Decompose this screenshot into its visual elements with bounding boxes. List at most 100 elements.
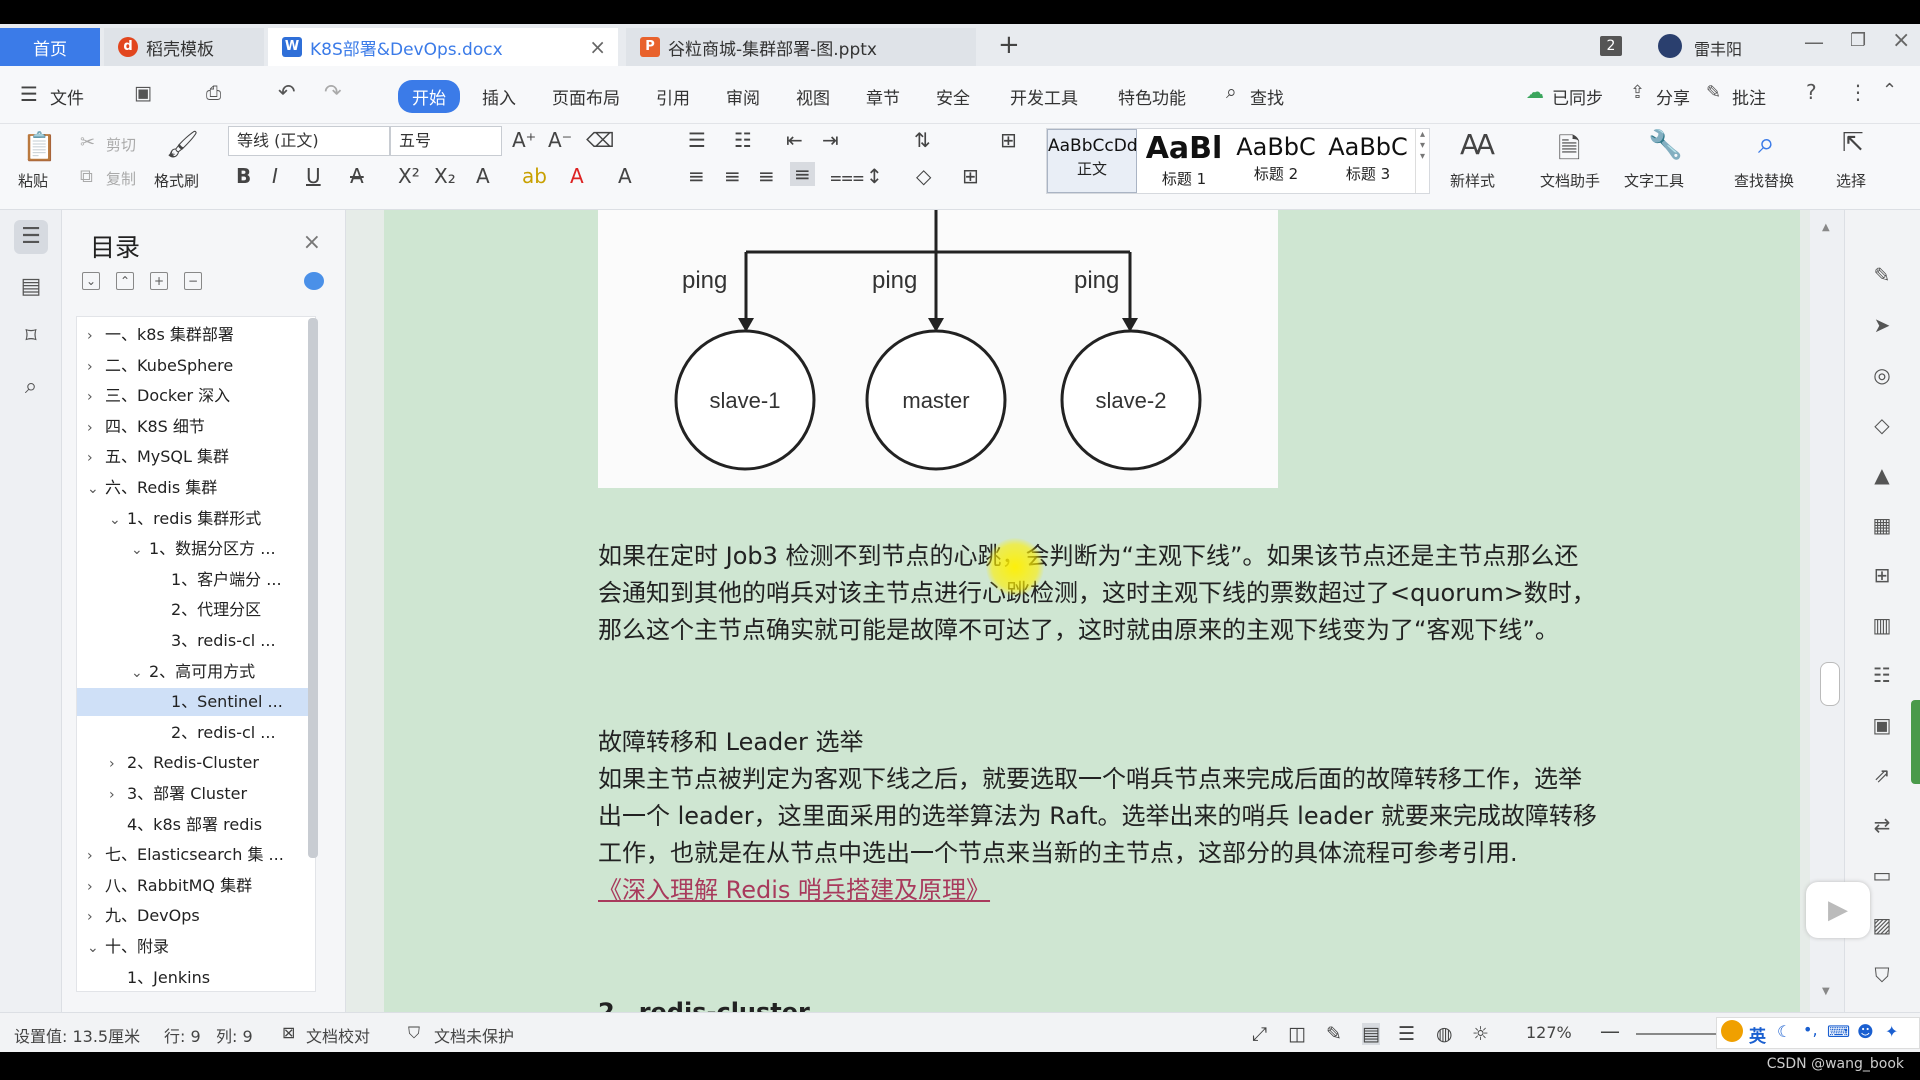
menu-file[interactable]: 文件	[50, 84, 84, 109]
tab-home[interactable]: 首页	[0, 28, 100, 66]
menu-find[interactable]: 查找	[1250, 84, 1284, 109]
toc-item[interactable]: › 七、Elasticsearch 集 ...	[77, 841, 315, 869]
scroll-up-icon[interactable]: ▲	[1822, 222, 1830, 233]
find-replace-button[interactable]: 查找替换	[1734, 170, 1794, 191]
font-name-select[interactable]: 等线 (正文)	[228, 126, 390, 156]
toc-item[interactable]: › 3、部署 Cluster	[77, 780, 315, 808]
toc-item[interactable]: › 八、RabbitMQ 集群	[77, 872, 315, 900]
toc-item[interactable]: › 九、DevOps	[77, 902, 315, 930]
new-style-button[interactable]: 新样式	[1450, 170, 1495, 191]
doc-assistant-icon[interactable]: 🗎	[1558, 128, 1581, 176]
expand-level-icon[interactable]: ⌄	[82, 272, 100, 290]
menu-references[interactable]: 引用	[656, 84, 690, 109]
save-icon[interactable]: ▣	[134, 82, 152, 104]
format-painter-icon[interactable]: 🖌	[166, 130, 199, 160]
chevron-right-icon[interactable]: ›	[87, 414, 105, 441]
page-panel-icon[interactable]: ▤	[14, 270, 48, 304]
toc-item[interactable]: ⌄ 六、Redis 集群	[77, 474, 315, 502]
collapse-all-icon[interactable]: −	[184, 272, 202, 290]
align-right-icon[interactable]: ≡	[758, 164, 775, 188]
toc-panel-icon[interactable]: ☰	[14, 220, 48, 254]
chevron-right-icon[interactable]: ›	[87, 444, 105, 471]
menu-review[interactable]: 审阅	[726, 84, 760, 109]
toc-item[interactable]: › 2、Redis-Cluster	[77, 749, 315, 777]
toc-item[interactable]: › 四、K8S 细节	[77, 413, 315, 441]
table-border-icon[interactable]: ⊞	[962, 164, 979, 188]
minimize-icon[interactable]: —	[1804, 30, 1824, 54]
chevron-down-icon[interactable]: ⌄	[131, 659, 149, 686]
grow-font-icon[interactable]: A⁺	[512, 128, 536, 152]
find-replace-icon[interactable]: ⌕	[1758, 126, 1775, 161]
avatar[interactable]	[1658, 34, 1682, 58]
font-size-select[interactable]: 五号	[390, 126, 502, 156]
ime-toolbar[interactable]: 英 ☾ •, ⌨ ☻ ✦	[1716, 1017, 1920, 1049]
undo-icon[interactable]: ↶	[278, 80, 296, 104]
more-icon[interactable]: ⋮	[1848, 80, 1868, 104]
style-icon[interactable]: ▲	[1867, 460, 1897, 490]
toc-item[interactable]: › 三、Docker 深入	[77, 382, 315, 410]
archive-icon[interactable]: ▭	[1867, 860, 1897, 890]
new-style-icon[interactable]: Ꜳ	[1460, 128, 1495, 161]
strikethrough-icon[interactable]: A	[350, 164, 364, 188]
char-shading-icon[interactable]: A	[618, 164, 632, 188]
expand-all-icon[interactable]: +	[150, 272, 168, 290]
chevron-right-icon[interactable]: ›	[109, 750, 127, 777]
settings-icon[interactable]: ☷	[1867, 660, 1897, 690]
hamburger-icon[interactable]: ☰	[20, 82, 38, 106]
sync-status[interactable]: 已同步	[1552, 84, 1603, 109]
sort-icon[interactable]: ⇅	[914, 128, 931, 152]
find-panel-icon[interactable]: ⌕	[14, 370, 48, 404]
menu-layout[interactable]: 页面布局	[552, 84, 620, 109]
menu-home[interactable]: 开始	[398, 80, 460, 113]
chevron-right-icon[interactable]: ›	[87, 353, 105, 380]
collapse-ribbon-icon[interactable]: ⌃	[1882, 80, 1897, 101]
chevron-right-icon[interactable]: ›	[87, 873, 105, 900]
reference-link[interactable]: 《深入理解 Redis 哨兵搭建及原理》	[598, 876, 990, 904]
paste-icon[interactable]: 📋	[22, 130, 57, 163]
new-tab-icon[interactable]: +	[998, 30, 1020, 60]
menu-chapter[interactable]: 章节	[866, 84, 900, 109]
toc-scrollbar[interactable]	[308, 318, 318, 858]
scroll-thumb[interactable]	[1820, 662, 1840, 706]
justify-icon[interactable]: ≡	[790, 162, 815, 186]
page-view-icon[interactable]: ▤	[1362, 1023, 1380, 1045]
outline-view-icon[interactable]: ☰	[1398, 1023, 1415, 1045]
toc-item[interactable]: 2、redis-cl ...	[77, 719, 315, 747]
chevron-down-icon[interactable]: ⌄	[131, 536, 149, 563]
menu-features[interactable]: 特色功能	[1118, 84, 1186, 109]
collapse-level-icon[interactable]: ⌃	[116, 272, 134, 290]
highlight-icon[interactable]: ab	[522, 164, 547, 188]
help-icon[interactable]: ?	[1806, 80, 1817, 104]
clear-format-icon[interactable]: ⌫	[586, 128, 614, 152]
toc-item[interactable]: › 二、KubeSphere	[77, 352, 315, 380]
bullet-list-icon[interactable]: ☰	[688, 128, 706, 152]
web-view-icon[interactable]: ◍	[1436, 1023, 1453, 1045]
shield-icon[interactable]: ⛉	[1867, 960, 1897, 990]
increase-indent-icon[interactable]: ⇥	[822, 128, 839, 152]
text-tools-icon[interactable]: 🔧	[1648, 128, 1683, 161]
pointer-icon[interactable]: ➤	[1867, 310, 1897, 340]
toc-item[interactable]: 1、Sentinel ...	[77, 688, 315, 717]
tab-pptx[interactable]: P 谷粒商城-集群部署-图.pptx	[626, 28, 976, 66]
share-button[interactable]: 分享	[1656, 84, 1690, 109]
side-handle[interactable]	[1911, 700, 1920, 784]
select-icon[interactable]: ⇱	[1842, 128, 1864, 158]
edit-mode-icon[interactable]: ✎	[1326, 1023, 1342, 1045]
chevron-right-icon[interactable]: ›	[87, 903, 105, 930]
translate-icon[interactable]: ⇄	[1867, 810, 1897, 840]
protect-status[interactable]: 文档未保护	[434, 1023, 514, 1047]
bold-icon[interactable]: B	[236, 164, 251, 188]
close-icon[interactable]: ×	[303, 230, 321, 255]
toc-item[interactable]: 1、客户端分 ...	[77, 566, 315, 594]
chevron-right-icon[interactable]: ›	[87, 842, 105, 869]
toc-item[interactable]: 4、k8s 部署 redis	[77, 811, 315, 839]
chevron-down-icon[interactable]: ⌄	[87, 934, 105, 961]
text-effect-icon[interactable]: A	[476, 164, 490, 188]
subscript-icon[interactable]: X₂	[434, 164, 456, 188]
underline-icon[interactable]: U	[306, 164, 321, 188]
location-icon[interactable]: ◎	[1867, 360, 1897, 390]
toc-item[interactable]: › 一、k8s 集群部署	[77, 321, 315, 349]
italic-icon[interactable]: I	[272, 164, 278, 188]
style-heading2[interactable]: AaBbC 标题 2	[1231, 129, 1321, 193]
toc-item[interactable]: 3、redis-cl ...	[77, 627, 315, 655]
